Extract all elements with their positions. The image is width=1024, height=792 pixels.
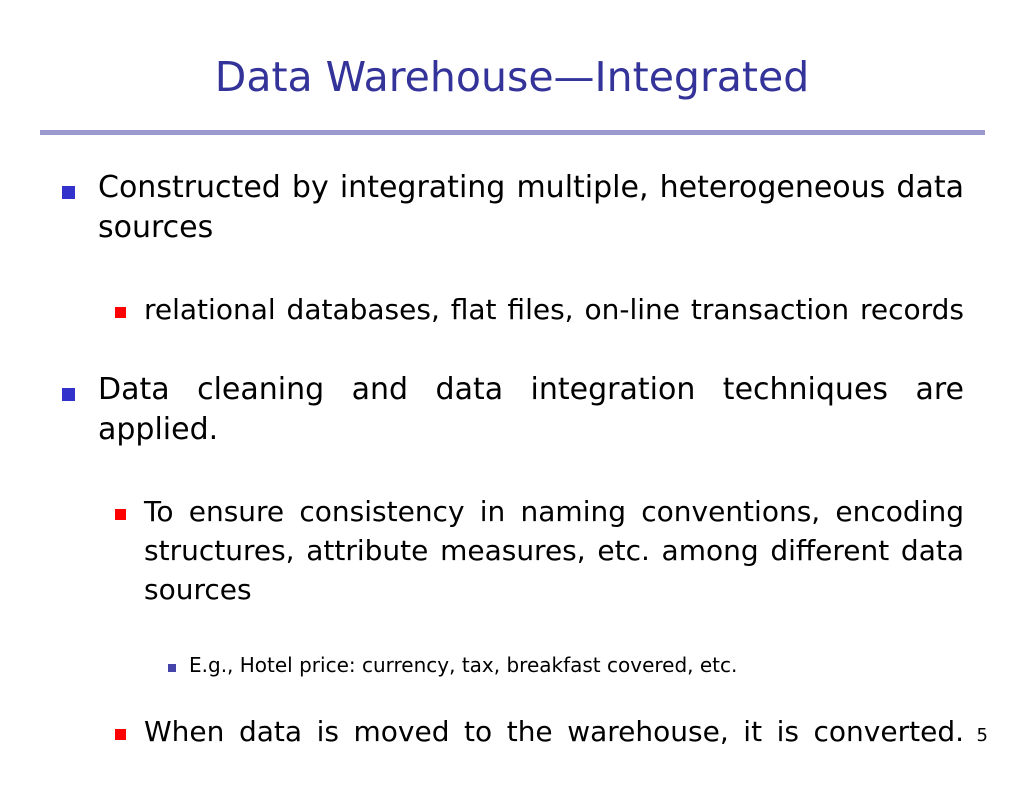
list-item: relational databases, flat files, on-lin… xyxy=(0,290,1024,368)
slide: Data Warehouse—Integrated Constructed by… xyxy=(0,0,1024,768)
blue-square-bullet-icon xyxy=(62,186,75,199)
list-item-text: relational databases, flat files, on-lin… xyxy=(144,293,964,326)
red-square-bullet-icon xyxy=(115,729,126,740)
list-item-text: Data cleaning and data integration techn… xyxy=(98,372,964,447)
blue-square-bullet-icon xyxy=(62,388,75,401)
list-item-text: To ensure consistency in naming conventi… xyxy=(144,495,964,606)
list-item-text: Constructed by integrating multiple, het… xyxy=(98,170,964,245)
list-item-text: E.g., Hotel price: currency, tax, breakf… xyxy=(189,653,738,677)
red-square-bullet-icon xyxy=(115,509,126,520)
list-item: Data cleaning and data integration techn… xyxy=(0,370,1024,490)
title-divider xyxy=(40,130,985,135)
list-item: To ensure consistency in naming conventi… xyxy=(0,492,1024,648)
small-blue-square-bullet-icon xyxy=(168,664,176,672)
bullet-list: Constructed by integrating multiple, het… xyxy=(0,168,1024,792)
page-title: Data Warehouse—Integrated xyxy=(214,53,810,101)
page-number: 5 xyxy=(976,725,988,746)
list-item-text: When data is moved to the warehouse, it … xyxy=(144,715,964,748)
list-item: Constructed by integrating multiple, het… xyxy=(0,168,1024,288)
list-item: E.g., Hotel price: currency, tax, breakf… xyxy=(0,650,1024,710)
list-item: When data is moved to the warehouse, it … xyxy=(0,712,1024,790)
red-square-bullet-icon xyxy=(115,307,126,318)
title-area: Data Warehouse—Integrated xyxy=(0,52,1024,102)
